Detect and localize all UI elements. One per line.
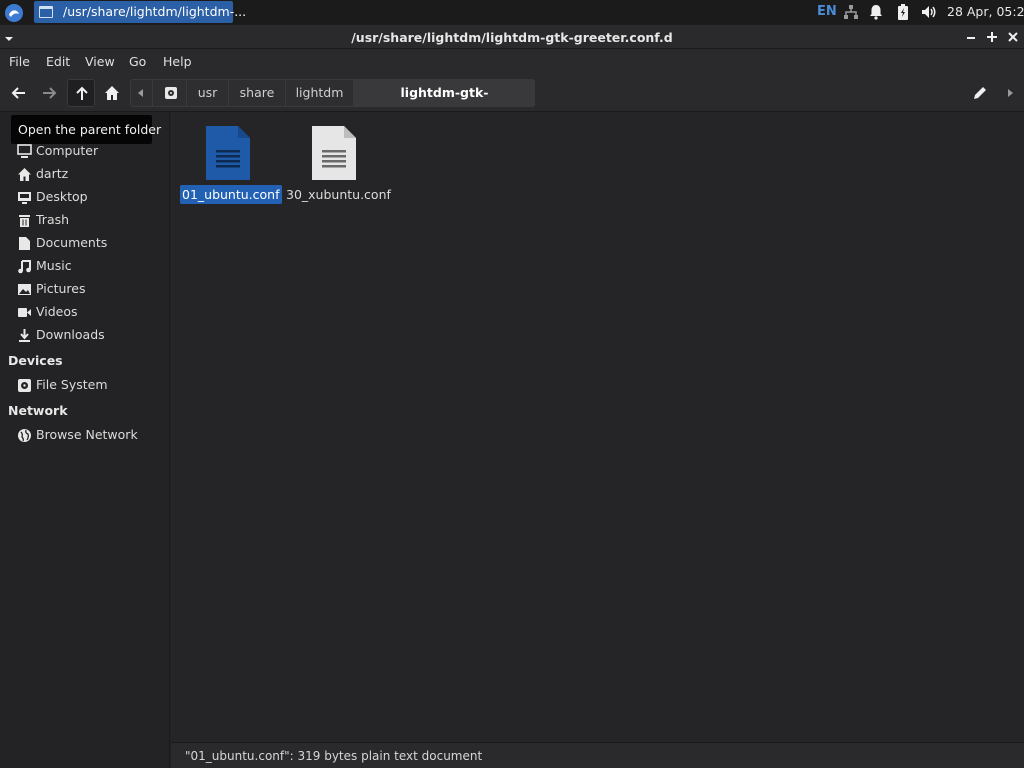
music-icon [18, 260, 31, 274]
sidebar-item-label: Music [36, 258, 72, 273]
maximize-icon[interactable] [985, 30, 999, 44]
window-title: /usr/share/lightdm/lightdm-gtk-greeter.c… [351, 30, 673, 45]
pictures-icon [18, 284, 31, 295]
trash-icon [19, 215, 30, 227]
text-file-icon [206, 126, 250, 180]
file-name: 30_xubuntu.conf [286, 187, 391, 202]
pencil-icon [974, 87, 986, 99]
breadcrumb-scroll-left-button[interactable] [131, 80, 151, 106]
menu-file[interactable]: File [9, 54, 30, 69]
sidebar-item-music[interactable]: Music [0, 255, 170, 277]
menu-view[interactable]: View [85, 54, 115, 69]
tooltip-text: Open the parent folder [18, 122, 162, 137]
menu-help[interactable]: Help [163, 54, 192, 69]
toolbar: usr share lightdm lightdm-gtk-greeter.co… [0, 75, 1024, 126]
menu-edit[interactable]: Edit [46, 54, 70, 69]
sidebar-item-downloads[interactable]: Downloads [0, 324, 170, 346]
home-button[interactable] [98, 79, 126, 107]
taskbar-window-button[interactable]: /usr/share/lightdm/lightdm-... [34, 1, 246, 23]
sidebar-item-label: Videos [36, 304, 78, 319]
sidebar-item-videos[interactable]: Videos [0, 301, 170, 323]
sidebar-header-network: Network [8, 403, 68, 418]
sidebar-item-label: Pictures [36, 281, 86, 296]
file-item[interactable]: 01_ubuntu.conf [180, 124, 282, 219]
globe-icon [18, 429, 31, 442]
clock[interactable]: 28 Apr, 05:29 [947, 4, 1024, 19]
taskbar-window-title: /usr/share/lightdm/lightdm-... [63, 4, 247, 19]
notification-bell-icon[interactable] [868, 4, 884, 20]
sidebar-item-desktop[interactable]: Desktop [0, 186, 170, 208]
battery-icon[interactable] [895, 4, 911, 20]
sidebar-item-pictures[interactable]: Pictures [0, 278, 170, 300]
breadcrumb-share[interactable]: share [228, 80, 285, 106]
breadcrumb-usr[interactable]: usr [186, 80, 228, 106]
keyboard-layout-indicator[interactable]: EN [817, 4, 837, 19]
file-name: 01_ubuntu.conf [180, 185, 282, 204]
file-icon-view[interactable]: 01_ubuntu.conf 30_xubuntu.conf [171, 112, 1024, 742]
arrow-left-icon [11, 87, 25, 99]
chevron-left-icon [138, 89, 143, 97]
computer-icon [17, 144, 32, 158]
status-bar: "01_ubuntu.conf": 319 bytes plain text d… [171, 742, 1024, 768]
breadcrumb-current[interactable]: lightdm-gtk-greeter.conf.d [353, 80, 535, 126]
video-camera-icon [18, 308, 31, 317]
menu-go[interactable]: Go [129, 54, 146, 69]
network-icon[interactable] [843, 4, 859, 20]
breadcrumb-scroll-right-button[interactable] [996, 79, 1022, 107]
home-icon [18, 168, 31, 181]
menu-bar: File Edit View Go Help [0, 49, 1024, 75]
document-icon [19, 237, 30, 250]
arrow-up-icon [76, 86, 88, 100]
sidebar-item-trash[interactable]: Trash [0, 209, 170, 231]
arrow-right-icon [43, 87, 57, 99]
chevron-right-icon [1008, 89, 1013, 97]
sidebar-item-label: File System [36, 377, 108, 392]
minimize-icon[interactable] [964, 30, 978, 44]
drive-icon [165, 87, 177, 99]
home-icon [105, 86, 119, 100]
close-icon[interactable] [1006, 30, 1020, 44]
sidebar-item-documents[interactable]: Documents [0, 232, 170, 254]
breadcrumb: usr share lightdm lightdm-gtk-greeter.co… [130, 79, 535, 126]
sidebar-item-label: dartz [36, 166, 69, 181]
sidebar-header-devices: Devices [8, 353, 63, 368]
back-button[interactable] [5, 79, 33, 107]
parent-folder-button[interactable] [67, 79, 95, 107]
sidebar-item-home[interactable]: dartz [0, 163, 170, 185]
sidebar-item-browse-network[interactable]: Browse Network [0, 424, 170, 446]
sidebar-item-label: Desktop [36, 189, 88, 204]
volume-icon[interactable] [921, 4, 937, 20]
breadcrumb-lightdm[interactable]: lightdm [285, 80, 353, 106]
sidebar-item-label: Browse Network [36, 427, 138, 442]
sidebar-item-label: Computer [36, 143, 99, 158]
window-titlebar[interactable]: /usr/share/lightdm/lightdm-gtk-greeter.c… [0, 25, 1024, 49]
sidebar-item-label: Trash [36, 212, 70, 227]
sidebar-item-file-system[interactable]: File System [0, 374, 170, 396]
desktop-icon [18, 192, 31, 204]
whisker-menu-icon[interactable] [4, 3, 24, 23]
drive-icon [18, 379, 31, 392]
tooltip: Open the parent folder [11, 115, 161, 144]
sidebar-item-label: Documents [36, 235, 108, 250]
file-item[interactable]: 30_xubuntu.conf [286, 124, 391, 219]
download-icon [19, 329, 30, 342]
breadcrumb-root[interactable] [152, 80, 190, 106]
sidebar-item-label: Downloads [36, 327, 105, 342]
forward-button[interactable] [35, 79, 63, 107]
sidebar: Computer dartz Desktop Trash Documents M… [0, 112, 170, 768]
edit-location-button[interactable] [966, 79, 994, 107]
window-icon [39, 6, 53, 18]
status-text: "01_ubuntu.conf": 319 bytes plain text d… [185, 749, 483, 763]
top-panel: /usr/share/lightdm/lightdm-... EN 28 Apr… [0, 0, 1024, 25]
text-file-icon [312, 126, 356, 180]
